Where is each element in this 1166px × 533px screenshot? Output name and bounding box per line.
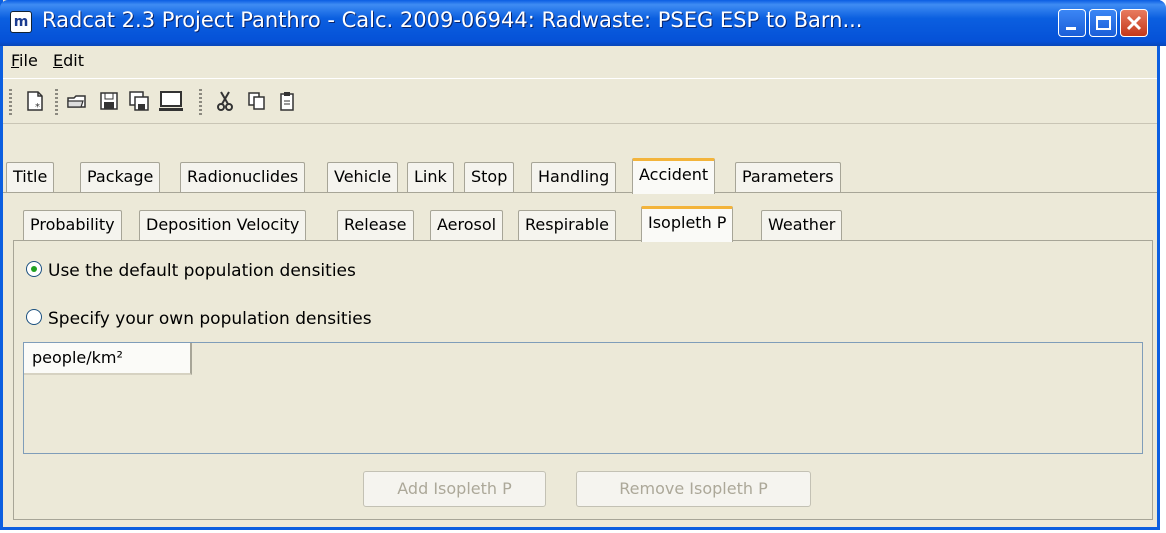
menu-file[interactable]: File [11,51,38,70]
main-tab-panel-border [3,192,1157,193]
default-densities-option[interactable]: Use the default population densities [26,261,356,281]
column-header-people-km2[interactable]: people/km² [24,343,192,375]
tab-probability[interactable]: Probability [23,210,122,240]
menu-edit-label: dit [63,51,84,70]
title-bar[interactable]: m Radcat 2.3 Project Panthro - Calc. 200… [0,0,1166,46]
custom-densities-label: Specify your own population densities [48,309,372,329]
menu-edit[interactable]: Edit [53,51,84,70]
tab-package[interactable]: Package [80,162,161,192]
maximize-icon [1096,16,1111,30]
minimize-icon [1066,27,1076,30]
tab-weather[interactable]: Weather [761,210,843,240]
tab-accident[interactable]: Accident [632,158,716,194]
custom-densities-radio[interactable] [26,309,42,325]
window-title: Radcat 2.3 Project Panthro - Calc. 2009-… [42,8,863,32]
population-density-table[interactable]: people/km² [23,342,1143,454]
close-button[interactable] [1120,9,1148,37]
tab-handling[interactable]: Handling [531,162,617,192]
cut-icon[interactable] [213,89,237,113]
tab-deposition-velocity[interactable]: Deposition Velocity [139,210,307,240]
menu-bar: File Edit [3,46,1157,78]
new-document-icon[interactable]: * [23,89,47,113]
tab-stop[interactable]: Stop [464,162,515,192]
svg-text:*: * [35,102,40,113]
tab-link[interactable]: Link [407,162,454,192]
menu-file-mnemonic: F [11,51,20,70]
tab-respirable[interactable]: Respirable [518,210,617,240]
toolbar-grip[interactable] [9,89,12,115]
tab-vehicle[interactable]: Vehicle [327,162,399,192]
add-isopleth-button[interactable]: Add Isopleth P [363,471,546,507]
save-all-icon[interactable] [127,89,151,113]
toolbar-separator-2 [199,89,202,115]
tab-isopleth-p[interactable]: Isopleth P [641,206,734,242]
tab-title[interactable]: Title [6,162,55,192]
monitor-icon[interactable] [158,89,183,113]
toolbar: * [3,78,1157,124]
isopleth-panel: Use the default population densities Spe… [13,240,1153,520]
main-tab-bar: Title Package Radionuclides Vehicle Link… [3,158,1157,194]
tab-release[interactable]: Release [337,210,414,240]
open-folder-icon[interactable] [65,89,89,113]
toolbar-separator [55,89,58,115]
menu-edit-mnemonic: E [53,51,64,70]
tab-radionuclides[interactable]: Radionuclides [180,162,306,192]
copy-icon[interactable] [245,89,269,113]
tab-parameters[interactable]: Parameters [735,162,841,192]
default-densities-radio[interactable] [26,261,42,277]
menu-file-label: ile [19,51,38,70]
sub-tab-bar: Probability Deposition Velocity Release … [21,206,1151,242]
paste-icon[interactable] [275,89,299,113]
tab-aerosol[interactable]: Aerosol [430,210,504,240]
sandia-logo-icon[interactable]: m [10,11,32,33]
close-icon [1126,15,1142,31]
custom-densities-option[interactable]: Specify your own population densities [26,309,372,329]
save-icon[interactable] [97,89,121,113]
default-densities-label: Use the default population densities [48,261,356,281]
remove-isopleth-button[interactable]: Remove Isopleth P [576,471,811,507]
minimize-button[interactable] [1058,9,1086,37]
maximize-button[interactable] [1089,9,1117,37]
